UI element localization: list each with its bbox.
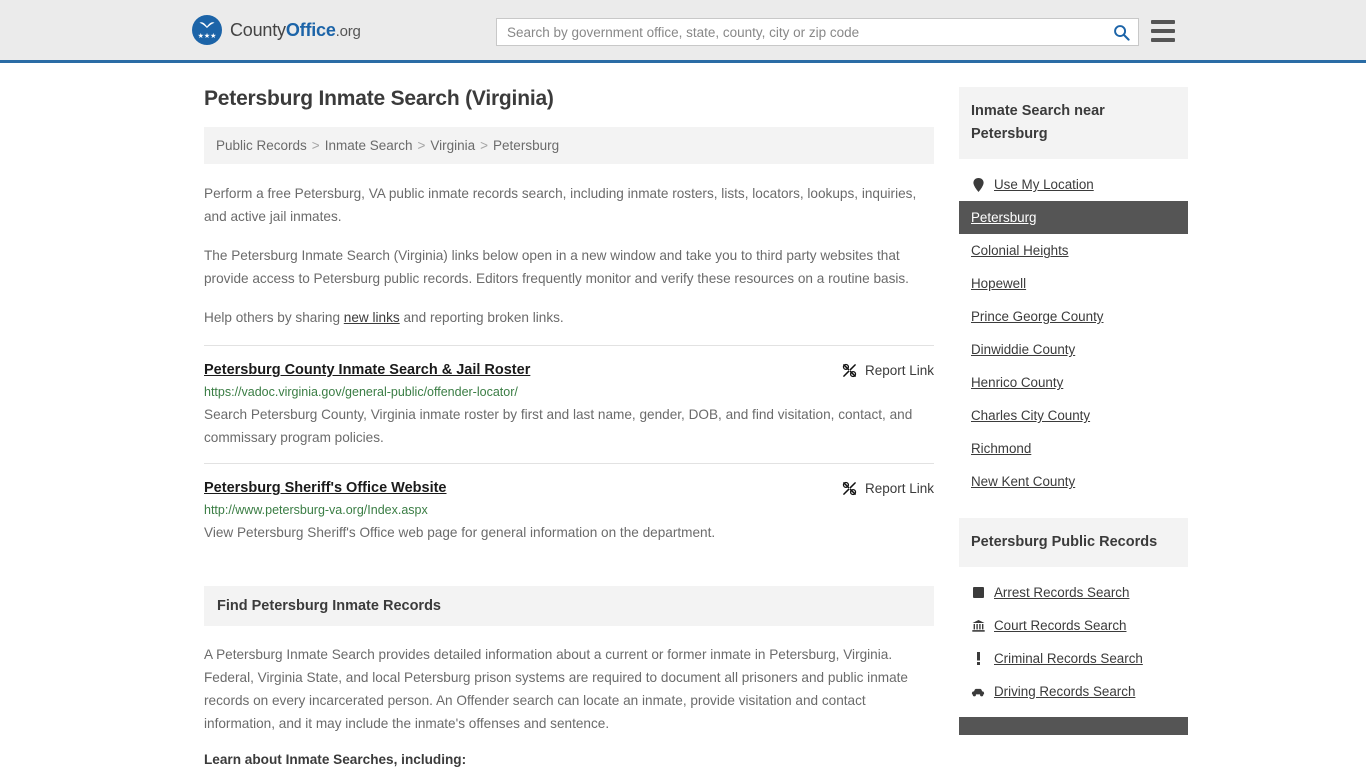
- breadcrumb-item-public-records[interactable]: Public Records: [216, 138, 307, 153]
- sidebar-item-petersburg[interactable]: Petersburg: [959, 201, 1188, 234]
- brand-text: CountyOffice.org: [230, 20, 361, 41]
- page-container: Petersburg Inmate Search (Virginia) Publ…: [0, 63, 1366, 768]
- sidebar-item-label: Prince George County: [971, 309, 1104, 324]
- three-stars-icon: ★★★: [197, 33, 217, 40]
- search-input[interactable]: [497, 24, 1104, 40]
- sidebar-item-prince-george-county[interactable]: Prince George County: [959, 300, 1188, 333]
- sidebar-item-label: Richmond: [971, 441, 1032, 456]
- result-description: Search Petersburg County, Virginia inmat…: [204, 407, 913, 445]
- new-links-link[interactable]: new links: [344, 310, 400, 325]
- breadcrumb-separator: >: [311, 138, 320, 153]
- breadcrumb-item-inmate-search[interactable]: Inmate Search: [325, 138, 413, 153]
- result-description: View Petersburg Sheriff's Office web pag…: [204, 525, 716, 540]
- search-icon: [1113, 24, 1130, 41]
- hamburger-bar: [1151, 29, 1175, 33]
- eagle-wing-icon: [199, 22, 215, 28]
- find-records-body: A Petersburg Inmate Search provides deta…: [204, 643, 934, 768]
- sidebar-item-label: Hopewell: [971, 276, 1027, 291]
- sidebar-item-dinwiddie-county[interactable]: Dinwiddie County: [959, 333, 1188, 366]
- report-link-button[interactable]: Report Link: [842, 480, 934, 496]
- main-content: Petersburg Inmate Search (Virginia) Publ…: [204, 87, 934, 768]
- hamburger-bar: [1151, 20, 1175, 24]
- breadcrumb-item-virginia[interactable]: Virginia: [430, 138, 475, 153]
- sidebar-item-charles-city-county[interactable]: Charles City County: [959, 399, 1188, 432]
- result-item: Petersburg County Inmate Search & Jail R…: [204, 345, 934, 463]
- hamburger-bar: [1151, 38, 1175, 42]
- sidebar-item-label: Driving Records Search: [994, 684, 1136, 699]
- sidebar-records-list: Arrest Records Search Court Records Sear…: [959, 576, 1188, 708]
- broken-link-icon: [842, 481, 857, 496]
- brand-org: .org: [335, 22, 361, 40]
- sidebar-item-new-kent-county[interactable]: New Kent County: [959, 465, 1188, 498]
- find-records-heading: Find Petersburg Inmate Records: [204, 586, 934, 626]
- hamburger-menu-icon[interactable]: [1151, 20, 1175, 42]
- site-header: ★★★ CountyOffice.org: [0, 0, 1366, 63]
- breadcrumb: Public Records > Inmate Search > Virginia > Pe…: [204, 127, 934, 164]
- sidebar-records-heading: Petersburg Public Records: [959, 518, 1188, 567]
- sidebar-item-colonial-heights[interactable]: Colonial Heights: [959, 234, 1188, 267]
- result-header: Petersburg County Inmate Search & Jail R…: [204, 362, 934, 378]
- sidebar-item-use-my-location[interactable]: Use My Location: [959, 168, 1188, 201]
- exclamation-icon: [971, 652, 985, 665]
- sidebar-item-label: Petersburg: [971, 210, 1037, 225]
- intro-paragraph-1: Perform a free Petersburg, VA public inm…: [204, 186, 917, 224]
- breadcrumb-separator: >: [480, 138, 489, 153]
- result-url: http://www.petersburg-va.org/Index.aspx: [204, 503, 428, 517]
- sidebar-item-henrico-county[interactable]: Henrico County: [959, 366, 1188, 399]
- site-logo[interactable]: ★★★ CountyOffice.org: [192, 15, 361, 45]
- sidebar-item-criminal-records-search[interactable]: Criminal Records Search: [959, 642, 1188, 675]
- sidebar-item-label: New Kent County: [971, 474, 1076, 489]
- sidebar-item-driving-records-search[interactable]: Driving Records Search: [959, 675, 1188, 708]
- sidebar-item-label: Criminal Records Search: [994, 651, 1143, 666]
- intro-text: Perform a free Petersburg, VA public inm…: [204, 182, 934, 329]
- breadcrumb-separator: >: [417, 138, 426, 153]
- report-link-label: Report Link: [864, 363, 934, 378]
- courthouse-icon: [971, 619, 985, 632]
- sidebar-item-label: Henrico County: [971, 375, 1064, 390]
- sidebar-item-label: Court Records Search: [994, 618, 1127, 633]
- fingerprint-icon: [971, 587, 985, 598]
- report-link-label: Report Link: [864, 481, 934, 496]
- brand-office: Office: [285, 19, 336, 40]
- search-button[interactable]: [1104, 19, 1138, 45]
- learn-heading: Learn about Inmate Searches, including:: [204, 752, 467, 767]
- sidebar-item-label: Use My Location: [994, 177, 1094, 192]
- share-text-before: Help others by sharing: [204, 310, 344, 325]
- sidebar-item-richmond[interactable]: Richmond: [959, 432, 1188, 465]
- find-records-paragraph: A Petersburg Inmate Search provides deta…: [204, 647, 908, 731]
- broken-link-icon: [842, 363, 857, 378]
- sidebar-nearby-heading: Inmate Search near Petersburg: [959, 87, 1188, 159]
- countyoffice-logo-icon: ★★★: [192, 15, 222, 45]
- sidebar-item-court-records-search[interactable]: Court Records Search: [959, 609, 1188, 642]
- result-title-link[interactable]: Petersburg Sheriff's Office Website: [204, 480, 447, 496]
- sidebar-item-label: Charles City County: [971, 408, 1091, 423]
- brand-county: County: [230, 19, 286, 40]
- car-icon: [971, 687, 985, 697]
- sidebar-item-arrest-records-search[interactable]: Arrest Records Search: [959, 576, 1188, 609]
- map-pin-icon: [971, 177, 985, 192]
- intro-paragraph-2: The Petersburg Inmate Search (Virginia) …: [204, 248, 909, 286]
- sidebar-item-hopewell[interactable]: Hopewell: [959, 267, 1188, 300]
- result-url: https://vadoc.virginia.gov/general-publi…: [204, 385, 518, 399]
- breadcrumb-item-petersburg[interactable]: Petersburg: [493, 138, 559, 153]
- page-title: Petersburg Inmate Search (Virginia): [204, 87, 554, 110]
- sidebar-nearby-list: Use My Location Petersburg Colonial Heig…: [959, 168, 1188, 498]
- result-title-link[interactable]: Petersburg County Inmate Search & Jail R…: [204, 362, 530, 378]
- sidebar-active-item-partial[interactable]: [959, 717, 1188, 735]
- sidebar-item-label: Arrest Records Search: [994, 585, 1130, 600]
- intro-paragraph-3: Help others by sharing new links and rep…: [204, 306, 934, 329]
- sidebar: Inmate Search near Petersburg Use My Loc…: [959, 87, 1188, 768]
- search-bar[interactable]: [496, 18, 1139, 46]
- share-text-after: and reporting broken links.: [399, 310, 564, 325]
- result-header: Petersburg Sheriff's Office Website Repo…: [204, 480, 934, 496]
- sidebar-item-label: Dinwiddie County: [971, 342, 1076, 357]
- sidebar-item-label: Colonial Heights: [971, 243, 1069, 258]
- result-item: Petersburg Sheriff's Office Website Repo…: [204, 463, 934, 558]
- report-link-button[interactable]: Report Link: [842, 362, 934, 378]
